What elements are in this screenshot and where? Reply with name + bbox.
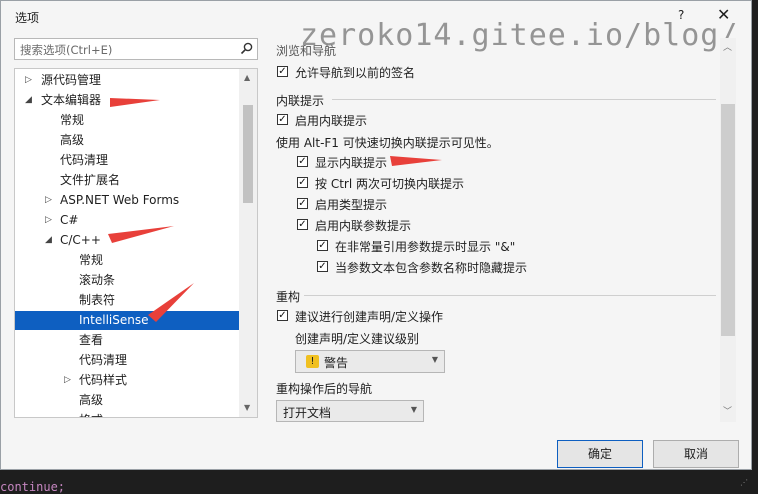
tree-item-advanced[interactable]: 高级 [15, 131, 239, 150]
tree-item-intellisense[interactable]: IntelliSense [15, 311, 239, 330]
suggest-decl-checkbox[interactable]: ✓ [277, 310, 288, 321]
tree-item-cpp-scrollbar[interactable]: 滚动条 [15, 271, 239, 290]
allow-nav-label: 允许导航到以前的签名 [295, 66, 416, 80]
options-tree: ▷ 源代码管理 ◢ 文本编辑器 常规 高级 代码清理 文件扩展名 ▷ ASP.NET … [14, 68, 258, 418]
nonconst-ref-label: 在非常量引用参数提示时显示 "&" [335, 240, 516, 254]
show-inline-label: 显示内联提示 [315, 156, 388, 170]
settings-scrollbar[interactable]: ︿ ﹀ [720, 38, 736, 422]
section-refactor: 重构 [276, 290, 301, 304]
suggest-decl-label: 建议进行创建声明/定义操作 [295, 310, 444, 324]
ctrl-toggle-label: 按 Ctrl 两次可切换内联提示 [315, 177, 464, 191]
post-refactor-nav-dropdown[interactable]: 打开文档 ▼ [276, 400, 424, 422]
tree-scrollbar[interactable]: ▲ ▼ [239, 69, 257, 417]
type-hints-label: 启用类型提示 [315, 198, 388, 212]
tree-item-cpp-tabs[interactable]: 制表符 [15, 291, 239, 310]
collapse-arrow-icon[interactable]: ◢ [45, 231, 52, 250]
chevron-down-icon: ▼ [431, 355, 438, 364]
expand-arrow-icon[interactable]: ▷ [25, 71, 32, 90]
tree-item-cpp-format[interactable]: 格式 [15, 411, 239, 417]
expand-arrow-icon[interactable]: ▷ [45, 211, 52, 230]
suggest-level-value: 警告 [324, 356, 349, 370]
settings-panel: 浏览和导航 ✓ 允许导航到以前的签名 内联提示 ✓ 启用内联提示 使用 Alt-… [274, 38, 738, 424]
resize-grip-icon[interactable]: ⋰ [740, 478, 748, 487]
section-inline-hints: 内联提示 [276, 94, 325, 108]
section-browse-nav: 浏览和导航 [276, 44, 337, 58]
chevron-down-icon: ▼ [410, 405, 417, 414]
expand-arrow-icon[interactable]: ▷ [64, 371, 71, 390]
tree-item-source-control[interactable]: ▷ 源代码管理 [15, 71, 239, 90]
enable-inline-label: 启用内联提示 [295, 114, 368, 128]
param-hints-checkbox[interactable]: ✓ [297, 219, 308, 230]
type-hints-checkbox[interactable]: ✓ [297, 198, 308, 209]
window-title: 选项 [15, 11, 40, 25]
tree-item-cpp-general[interactable]: 常规 [15, 251, 239, 270]
warning-icon: ! [306, 355, 319, 368]
tree-item-general[interactable]: 常规 [15, 111, 239, 130]
show-inline-checkbox[interactable]: ✓ [297, 156, 308, 167]
enable-inline-checkbox[interactable]: ✓ [277, 114, 288, 125]
tree-item-cpp-code-style[interactable]: ▷ 代码样式 [15, 371, 239, 390]
nonconst-ref-checkbox[interactable]: ✓ [317, 240, 328, 251]
suggest-level-dropdown[interactable]: ! 警告 ▼ [295, 350, 445, 373]
background-code-line: continue; [0, 480, 66, 494]
search-placeholder: 搜索选项(Ctrl+E) [20, 43, 113, 57]
section-divider [304, 295, 716, 296]
tree-item-cpp-advanced[interactable]: 高级 [15, 391, 239, 410]
scrollbar-thumb[interactable] [243, 105, 253, 203]
hide-hint-checkbox[interactable]: ✓ [317, 261, 328, 272]
tree-item-cpp[interactable]: ◢ C/C++ [15, 231, 239, 250]
tree-item-aspnet[interactable]: ▷ ASP.NET Web Forms [15, 191, 239, 210]
suggest-level-label: 创建声明/定义建议级别 [295, 332, 420, 346]
alt-f1-hint: 使用 Alt-F1 可快速切换内联提示可见性。 [276, 136, 499, 150]
scroll-down-icon[interactable]: ﹀ [723, 404, 732, 417]
search-input[interactable]: 搜索选项(Ctrl+E) [14, 38, 258, 60]
ctrl-toggle-checkbox[interactable]: ✓ [297, 177, 308, 188]
param-hints-label: 启用内联参数提示 [315, 219, 412, 233]
tree-item-code-cleanup[interactable]: 代码清理 [15, 151, 239, 170]
post-refactor-nav-value: 打开文档 [283, 406, 332, 420]
section-divider [332, 99, 716, 100]
post-refactor-nav-label: 重构操作后的导航 [276, 382, 373, 396]
tree-item-cpp-cleanup[interactable]: 代码清理 [15, 351, 239, 370]
tree-item-text-editor[interactable]: ◢ 文本编辑器 [15, 91, 239, 110]
search-icon[interactable] [240, 42, 253, 58]
tree-item-file-extension[interactable]: 文件扩展名 [15, 171, 239, 190]
collapse-arrow-icon[interactable]: ◢ [25, 91, 32, 110]
allow-nav-checkbox[interactable]: ✓ [277, 66, 288, 77]
tree-item-cpp-view[interactable]: 查看 [15, 331, 239, 350]
hide-hint-label: 当参数文本包含参数名称时隐藏提示 [335, 261, 528, 275]
ok-button[interactable]: 确定 [557, 440, 643, 468]
scroll-up-icon[interactable]: ︿ [723, 40, 732, 53]
scroll-up-icon[interactable]: ▲ [244, 73, 250, 82]
expand-arrow-icon[interactable]: ▷ [45, 191, 52, 210]
cancel-button[interactable]: 取消 [653, 440, 739, 468]
tree-item-csharp[interactable]: ▷ C# [15, 211, 239, 230]
scrollbar-thumb[interactable] [721, 104, 735, 336]
scroll-down-icon[interactable]: ▼ [244, 403, 250, 412]
